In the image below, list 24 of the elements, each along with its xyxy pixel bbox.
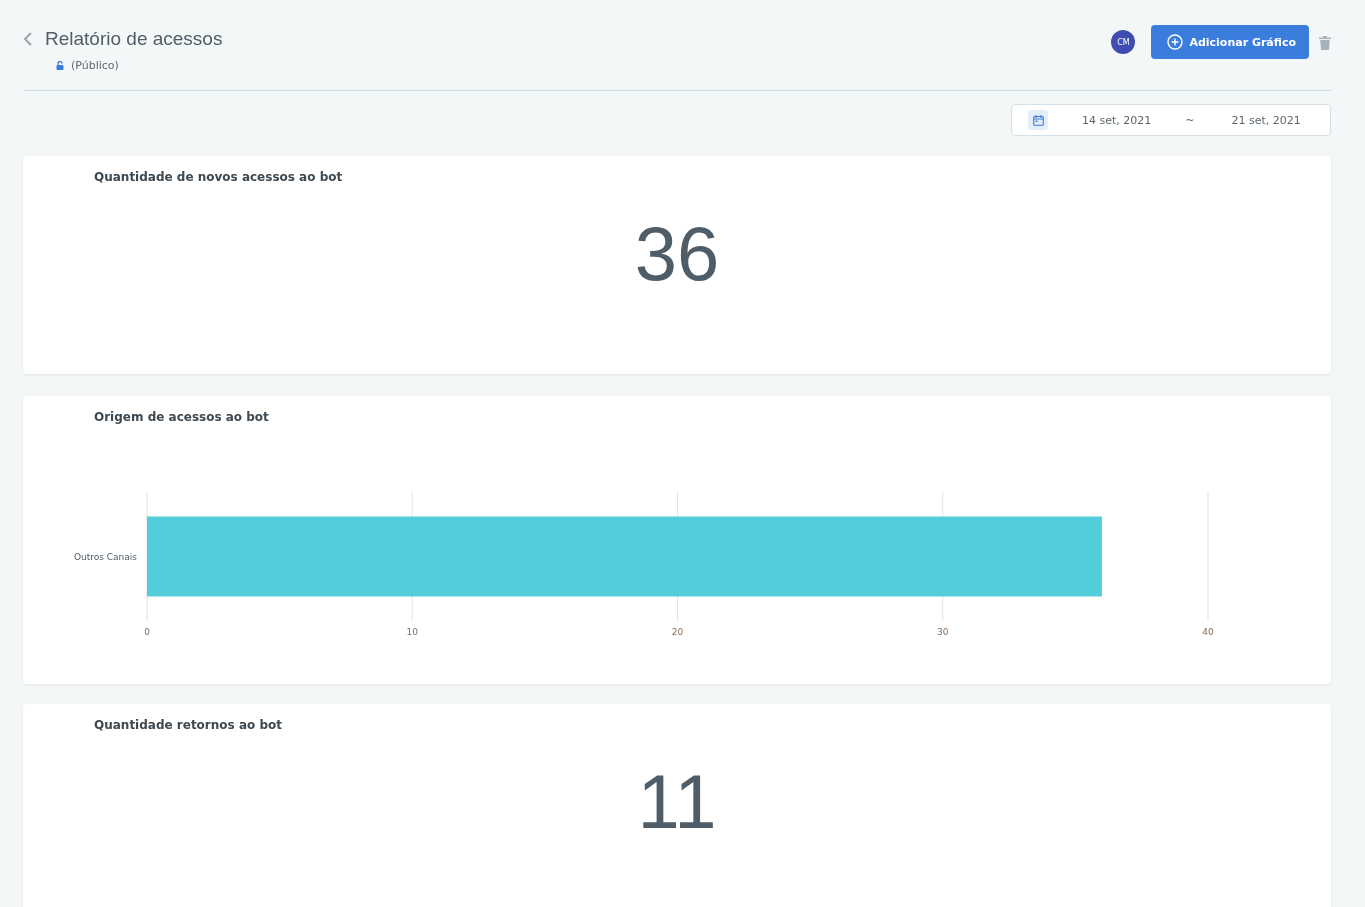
axis-tick-label: 20 (671, 627, 684, 637)
axis-tick-label: 0 (144, 627, 150, 637)
range-separator: ~ (1185, 113, 1195, 127)
visibility-label: (Público) (71, 59, 119, 72)
add-chart-button[interactable]: Adicionar Gráfico (1151, 25, 1309, 59)
start-date: 14 set, 2021 (1082, 113, 1152, 127)
plus-circle-icon (1167, 34, 1184, 50)
end-date: 21 set, 2021 (1231, 113, 1301, 127)
user-avatar[interactable]: CM (1111, 30, 1136, 54)
axis-tick-label: 40 (1202, 627, 1214, 637)
padlock-icon (56, 61, 64, 70)
calendar-icon (1028, 110, 1048, 130)
metric-value: 36 (633, 210, 721, 297)
card-title: Quantidade retornos ao bot (94, 718, 283, 732)
delete-button[interactable] (1319, 36, 1331, 50)
card-title: Quantidade de novos acessos ao bot (94, 170, 344, 184)
date-range-picker[interactable]: 14 set, 2021 ~ 21 set, 2021 (1011, 104, 1331, 136)
page-title: Relatório de acessos (45, 28, 223, 50)
metric-value: 11 (636, 758, 718, 845)
card-title: Origem de acessos ao bot (93, 410, 270, 424)
category-label: Outros Canais (73, 551, 137, 562)
back-button[interactable] (23, 31, 33, 47)
axis-tick-label: 10 (406, 627, 418, 637)
axis-tick-label: 30 (937, 627, 949, 637)
